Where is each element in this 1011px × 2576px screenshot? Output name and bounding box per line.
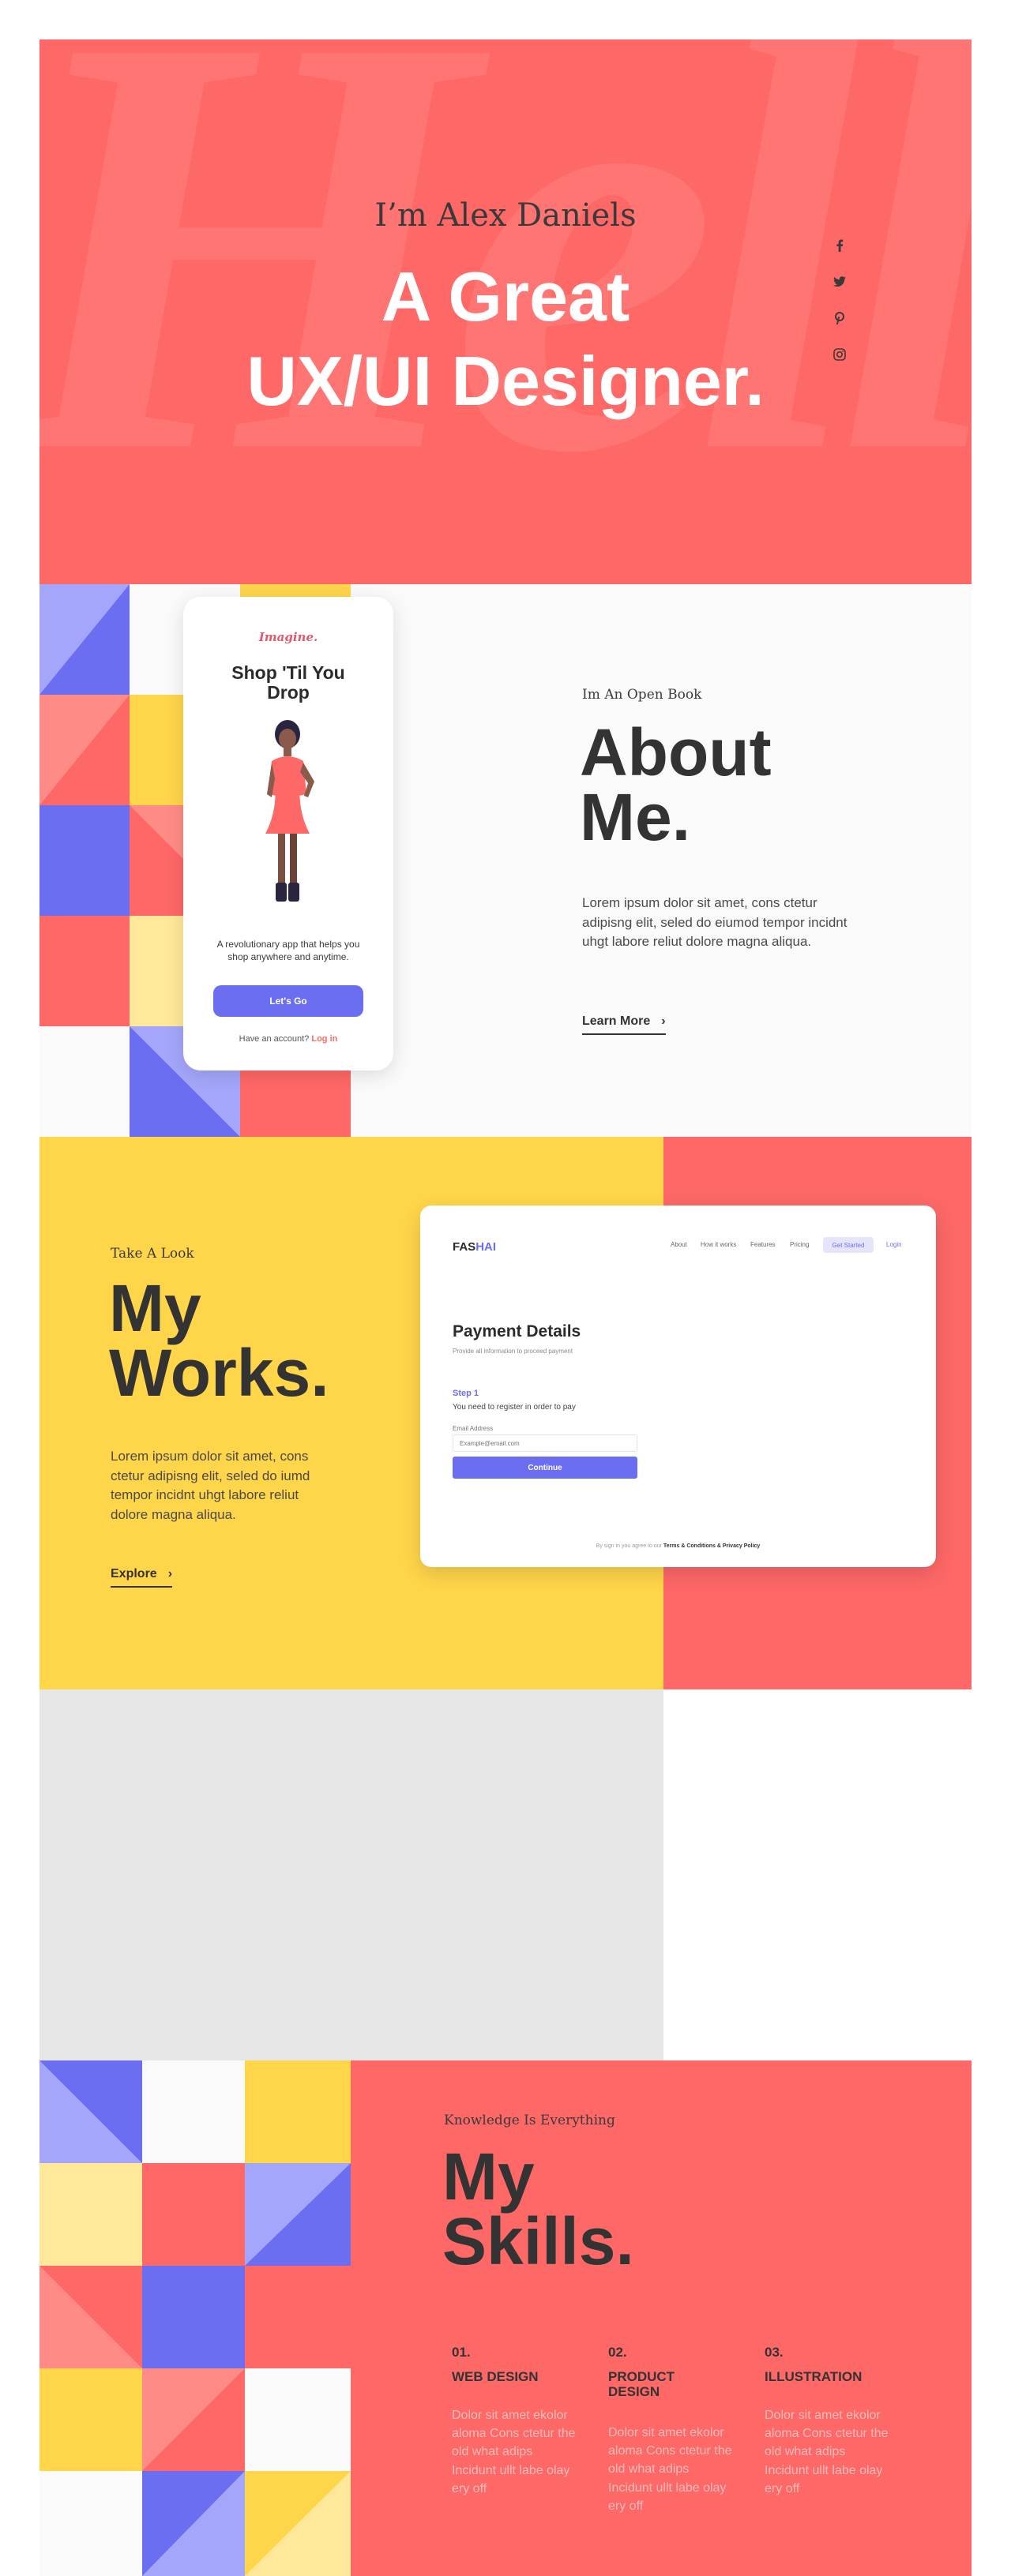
decor-tile [39,2368,142,2471]
decor-tile [245,2163,351,2266]
chevron-right-icon: › [167,1567,173,1580]
email-label: Email Address [453,1425,494,1432]
instagram-icon[interactable] [831,346,848,363]
card-logo-b: HAI [475,1240,497,1254]
phone-brand: Imagine. [258,630,318,644]
phone-mockup: Imagine. Shop 'Til You Drop A revolution… [183,597,393,1071]
twitter-icon[interactable] [831,273,848,291]
skills-section: Knowledge Is Everything My Skills. 01. W… [39,2060,972,2576]
card-logo-a: FAS [453,1240,476,1254]
decor-tile [39,916,130,1026]
step-description: You need to register in order to pay [453,1403,576,1412]
skill-number: 02. [608,2345,627,2360]
card-nav-how-it-works[interactable]: How it works [701,1241,736,1248]
login-link[interactable]: Log in [311,1034,337,1044]
terms-link[interactable]: Terms & Conditions & Privacy Policy [663,1543,760,1549]
skills-title: My Skills. [442,2139,634,2279]
about-title-line1: About [580,715,772,789]
decor-tile [39,2266,142,2368]
skill-title: ILLUSTRATION [765,2369,863,2384]
decor-tile [142,2266,245,2368]
card-nav-features[interactable]: Features [750,1241,776,1248]
works-title-line1: My [109,1271,201,1345]
learn-more-label: Learn More [582,1014,651,1028]
skill-title: WEB DESIGN [452,2369,539,2384]
facebook-icon[interactable] [831,237,848,254]
skill-description: Dolor sit amet ekolor aloma Cons ctetur … [452,2409,576,2495]
works-description: Lorem ipsum dolor sit amet, cons ctetur … [111,1449,310,1522]
decor-tile [245,2266,351,2368]
decor-tile [39,695,130,805]
chevron-right-icon: › [661,1014,666,1028]
explore-link[interactable]: Explore › [111,1567,173,1588]
skill-title: PRODUCT DESIGN [608,2369,675,2399]
lets-go-button[interactable]: Let's Go [213,985,363,1017]
works-title: My Works. [109,1271,329,1411]
decor-tile [142,2163,245,2266]
get-started-button[interactable]: Get Started [823,1237,874,1253]
about-section: Imagine. Shop 'Til You Drop A revolution… [39,584,972,1137]
decor-tile [39,584,130,695]
decor-tile [142,2060,245,2163]
about-description: Lorem ipsum dolor sit amet, cons ctetur … [582,895,848,950]
woman-illustration [265,720,314,902]
works-kicker: Take A Look [111,1246,194,1262]
skills-kicker: Knowledge Is Everything [444,2113,615,2128]
email-field[interactable] [453,1434,637,1452]
skills-title-line2: Skills. [442,2204,634,2279]
step-label: Step 1 [453,1389,479,1398]
about-title: About Me. [580,715,772,855]
terms-note: By sign in you agree to our Terms & Cond… [420,1543,936,1549]
about-title-line2: Me. [580,780,691,855]
works-title-line2: Works. [109,1336,329,1411]
decor-tile [142,2368,245,2471]
card-login-link[interactable]: Login [886,1241,902,1248]
pinterest-icon[interactable] [831,309,848,327]
decor-tile [245,2060,351,2163]
decor-tile [39,2471,142,2576]
payment-subtitle: Provide all information to proceed payme… [453,1348,573,1355]
payment-title: Payment Details [453,1322,581,1340]
skills-title-line1: My [442,2139,535,2214]
about-kicker: Im An Open Book [582,687,702,703]
explore-label: Explore [111,1567,157,1580]
phone-footer: Have an account? Log in [183,1034,393,1044]
phone-description: A revolutionary app that helps you shop … [216,939,360,963]
card-nav-pricing[interactable]: Pricing [790,1241,809,1248]
skill-description: Dolor sit amet ekolor aloma Cons ctetur … [765,2409,889,2495]
grey-placeholder-block [39,1689,663,2060]
card-logo: FASHAI [453,1240,496,1254]
card-nav-about[interactable]: About [671,1241,687,1248]
hero-intro: I’m Alex Daniels [374,197,637,234]
phone-title: Shop 'Til You Drop [231,662,345,703]
learn-more-link[interactable]: Learn More › [582,1014,666,1035]
payment-mockup-card: FASHAI About How it works Features Prici… [420,1206,936,1567]
terms-prefix: By sign in you agree to our [596,1543,662,1549]
continue-button[interactable]: Continue [453,1457,637,1479]
skill-number: 03. [765,2345,784,2360]
decor-tile [245,2368,351,2471]
decor-tile [142,2471,245,2576]
decor-tile [39,805,130,916]
skill-description: Dolor sit amet ekolor aloma Cons ctetur … [608,2426,732,2513]
decor-tile [245,2471,351,2576]
skill-number: 01. [452,2345,471,2360]
phone-footer-text: Have an account? [239,1034,310,1044]
decor-tile [39,2163,142,2266]
decor-tile [39,2060,142,2163]
